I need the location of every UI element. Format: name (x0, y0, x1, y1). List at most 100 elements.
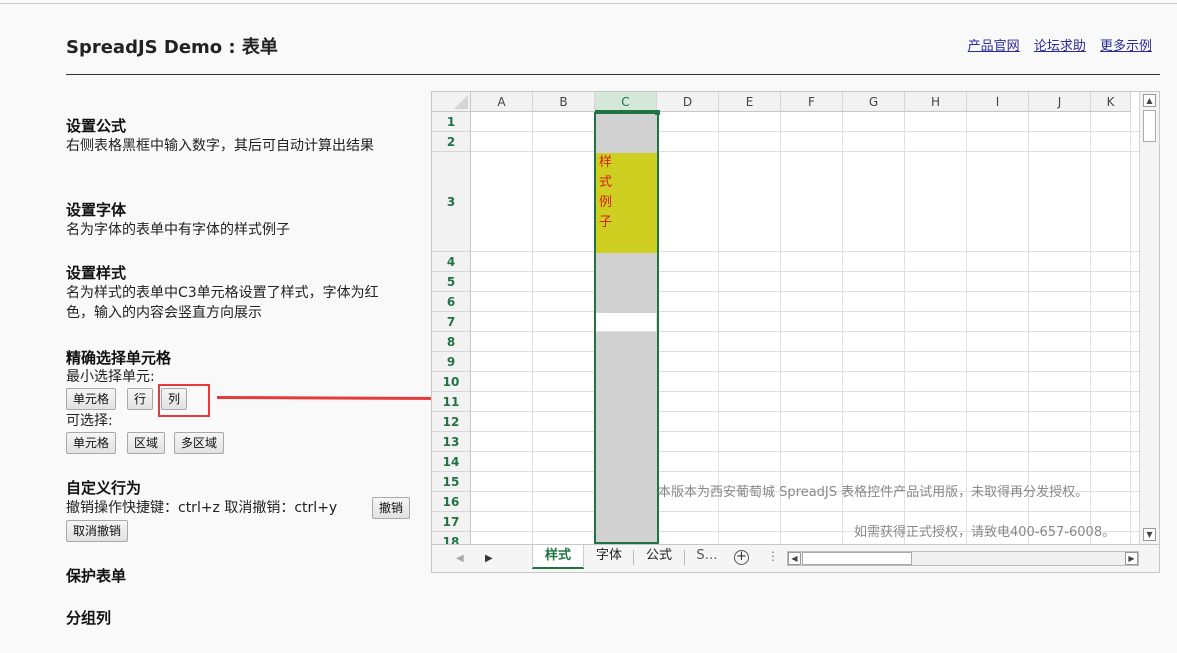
column-header-f[interactable]: F (781, 92, 843, 112)
tab-next-icon[interactable]: ▶ (485, 553, 493, 564)
column-header-c[interactable]: C (595, 92, 657, 112)
grid-line (471, 451, 1141, 452)
corner-triangle-icon (454, 95, 468, 109)
row-header-16[interactable]: 16 (432, 492, 471, 512)
grid-line (904, 112, 905, 544)
grid-line (471, 351, 1141, 352)
row-header-3[interactable]: 3 (432, 152, 471, 252)
grid-line (471, 291, 1141, 292)
grid-line (471, 151, 1141, 152)
tab-separator (633, 550, 634, 565)
vertical-scroll-thumb[interactable] (1143, 110, 1156, 142)
header-divider (66, 74, 1160, 75)
splitter-dots-icon[interactable]: ⋮ (767, 549, 779, 563)
sheet-tab-bar: ◀ ▶ 样式 字体 公式 S… + ⋮ ◀ ▶ (432, 544, 1159, 572)
spreadsheet[interactable]: ABCDEFGHIJK 1 2 3 4 5 6 7 8 9 10 11 12 13 14 15 16 17 18 … (431, 91, 1160, 573)
column-header-b[interactable]: B (533, 92, 595, 112)
column-header-k[interactable]: K (1091, 92, 1131, 112)
top-links: 产品官网 论坛求助 更多示例 (958, 35, 1152, 54)
row-header-14[interactable]: 14 (432, 452, 471, 472)
section-select-title: 精确选择单元格 (66, 349, 172, 367)
grid-line (718, 112, 719, 544)
section-font-text: 名为字体的表单中有字体的样式例子 (66, 222, 290, 238)
row-header-15[interactable]: 15 (432, 472, 471, 492)
row-header-7[interactable]: 7 (432, 312, 471, 332)
scroll-left-icon[interactable]: ◀ (788, 552, 801, 565)
horizontal-scrollbar[interactable]: ◀ ▶ (787, 551, 1139, 566)
min-select-cell-button[interactable]: 单元格 (66, 388, 117, 410)
select-all-corner[interactable] (432, 92, 471, 112)
tab-more[interactable]: S… (690, 545, 724, 569)
row-header-6[interactable]: 6 (432, 292, 471, 312)
row-header-11[interactable]: 11 (432, 392, 471, 412)
redo-button[interactable]: 取消撤销 (66, 520, 129, 542)
row-header-8[interactable]: 8 (432, 332, 471, 352)
column-header-h[interactable]: H (905, 92, 967, 112)
tab-separator (684, 550, 685, 565)
section-formula-text: 右侧表格黑框中输入数字，其后可自动计算出结果 (66, 138, 374, 154)
undo-button[interactable]: 撤销 (372, 497, 411, 519)
row-header-4[interactable]: 4 (432, 252, 471, 272)
link-forum-help[interactable]: 论坛求助 (1034, 39, 1086, 54)
tab-font[interactable]: 字体 (586, 545, 632, 569)
top-border (0, 3, 1177, 4)
grid-line (1130, 112, 1131, 544)
section-font-title: 设置字体 (66, 201, 127, 219)
grid-line (471, 471, 1141, 472)
can-select-label: 可选择: (66, 413, 113, 429)
trial-watermark-line1: 本版本为西安葡萄城 SpreadJS 表格控件产品试用版，未取得再分发授权。 (658, 485, 1089, 500)
grid-line (532, 112, 533, 544)
grid-line (471, 511, 1141, 512)
grid-line (471, 331, 1141, 332)
vertical-scrollbar[interactable]: ▲ ▼ (1139, 92, 1159, 544)
can-select-cell-button[interactable]: 单元格 (66, 432, 117, 454)
row-header-1[interactable]: 1 (432, 112, 471, 132)
tab-style[interactable]: 样式 (532, 545, 584, 569)
grid-line (471, 391, 1141, 392)
row-header-10[interactable]: 10 (432, 372, 471, 392)
grid-line (1028, 112, 1029, 544)
column-header-e[interactable]: E (719, 92, 781, 112)
grid-line (1090, 112, 1091, 544)
grid-line (471, 131, 1141, 132)
can-select-range-button[interactable]: 区域 (127, 432, 166, 454)
tab-formula[interactable]: 公式 (636, 545, 682, 569)
can-select-multirange-button[interactable]: 多区域 (174, 432, 225, 454)
scroll-up-icon[interactable]: ▲ (1143, 94, 1156, 107)
row-header-5[interactable]: 5 (432, 272, 471, 292)
row-header-13[interactable]: 13 (432, 432, 471, 452)
scroll-right-icon[interactable]: ▶ (1125, 552, 1138, 565)
section-protect-title[interactable]: 保护表单 (66, 565, 126, 586)
selection-handle[interactable] (655, 110, 660, 115)
horizontal-scroll-thumb[interactable] (802, 552, 912, 565)
column-header-i[interactable]: I (967, 92, 1029, 112)
row-header-17[interactable]: 17 (432, 512, 471, 532)
column-header-d[interactable]: D (657, 92, 719, 112)
grid-line (966, 112, 967, 544)
section-group-title[interactable]: 分组列 (66, 607, 111, 628)
column-header-a[interactable]: A (471, 92, 533, 112)
row-header-12[interactable]: 12 (432, 412, 471, 432)
grid-line (471, 431, 1141, 432)
min-select-label: 最小选择单元: (66, 369, 155, 385)
plus-circle-icon[interactable]: + (734, 550, 749, 565)
column-selection-border (594, 112, 659, 544)
tab-prev-icon[interactable]: ◀ (456, 553, 464, 564)
grid-line (780, 112, 781, 544)
trial-watermark-line2: 如需获得正式授权，请致电400-657-6008。 (854, 525, 1116, 540)
page-title: SpreadJS Demo : 表单 (66, 37, 278, 58)
row-header-9[interactable]: 9 (432, 352, 471, 372)
grid-line (842, 112, 843, 544)
link-product-site[interactable]: 产品官网 (968, 39, 1020, 54)
grid-line (471, 251, 1141, 252)
section-style-text: 名为样式的表单中C3单元格设置了样式，字体为红色，输入的内容会竖直方向展示 (66, 285, 379, 321)
row-header-2[interactable]: 2 (432, 132, 471, 152)
column-header-j[interactable]: J (1029, 92, 1091, 112)
min-select-row-button[interactable]: 行 (127, 388, 154, 410)
column-header-g[interactable]: G (843, 92, 905, 112)
link-more-examples[interactable]: 更多示例 (1100, 39, 1152, 54)
grid-line (471, 271, 1141, 272)
scroll-down-icon[interactable]: ▼ (1143, 528, 1156, 541)
grid-line (471, 411, 1141, 412)
section-custom-title: 自定义行为 (66, 479, 142, 497)
